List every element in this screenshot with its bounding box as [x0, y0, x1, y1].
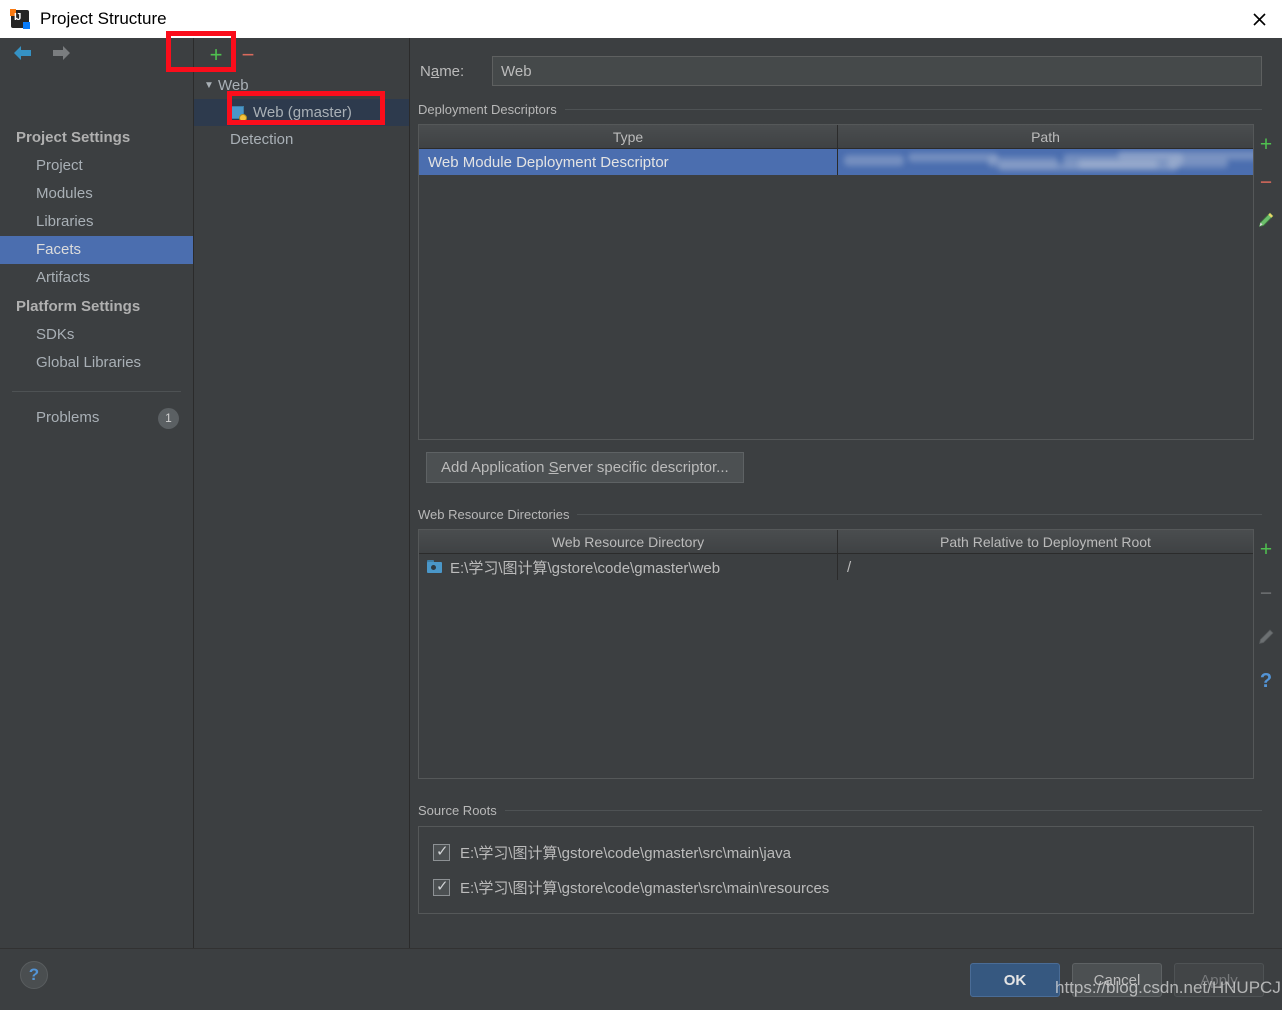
- deployment-descriptors-tools: + −: [1252, 132, 1280, 232]
- deployment-descriptors-title-text: Deployment Descriptors: [418, 102, 557, 117]
- tree-node-detection-label: Detection: [230, 131, 294, 148]
- plus-icon[interactable]: +: [202, 41, 230, 69]
- footer-buttons: OK Cancel Apply: [970, 963, 1264, 997]
- minus-icon: −: [241, 42, 255, 67]
- facets-tree-panel: + − ▼ Web Web (gmaster) Detection: [194, 38, 410, 948]
- column-header-web-resource-directory[interactable]: Web Resource Directory: [419, 530, 837, 553]
- deployment-descriptors-table: Type Path Web Module Deployment Descript…: [418, 124, 1254, 440]
- relative-path-cell: /: [837, 554, 1253, 580]
- problems-count-badge: 1: [158, 407, 179, 429]
- source-root-path: E:\学习\图计算\gstore\code\gmaster\src\main\j…: [460, 845, 791, 862]
- settings-sidebar: Project Settings Project Modules Librari…: [0, 38, 194, 948]
- ok-button[interactable]: OK: [970, 963, 1060, 997]
- sidebar-group-platform-settings: Platform Settings: [16, 298, 141, 315]
- web-resource-directory-cell: E:\学习\图计算\gstore\code\gmaster\web: [419, 554, 837, 580]
- list-item[interactable]: E:\学习\图计算\gstore\code\gmaster\src\main\j…: [419, 835, 1253, 870]
- source-roots-section-title: Source Roots: [410, 803, 1282, 818]
- source-roots-title-text: Source Roots: [418, 803, 497, 818]
- sidebar-item-problems[interactable]: Problems 1: [0, 404, 193, 432]
- logo-text: IJ: [14, 12, 21, 23]
- section-rule: [504, 810, 1262, 811]
- name-input[interactable]: [492, 56, 1262, 86]
- title-bar: IJ Project Structure: [0, 0, 1282, 38]
- minus-icon[interactable]: −: [1254, 170, 1278, 194]
- intellij-logo-icon: IJ: [10, 9, 30, 29]
- source-roots-list: E:\学习\图计算\gstore\code\gmaster\src\main\j…: [418, 826, 1254, 914]
- tree-node-web-group[interactable]: ▼ Web: [194, 72, 409, 99]
- close-icon[interactable]: [1236, 0, 1282, 38]
- sidebar-divider: [12, 391, 181, 392]
- checkbox-checked-icon[interactable]: [433, 877, 450, 896]
- redacted-path-blur: [838, 149, 1253, 175]
- facets-tree-toolbar: + −: [194, 38, 409, 72]
- name-field-label: Name:: [420, 62, 465, 80]
- column-header-path-relative[interactable]: Path Relative to Deployment Root: [837, 530, 1253, 553]
- sidebar-item-artifacts[interactable]: Artifacts: [0, 264, 193, 292]
- list-item[interactable]: E:\学习\图计算\gstore\code\gmaster\src\main\r…: [419, 870, 1253, 905]
- question-mark-icon[interactable]: ?: [20, 961, 48, 989]
- web-resource-directories-section-title: Web Resource Directories: [410, 507, 1282, 522]
- sidebar-item-sdks[interactable]: SDKs: [0, 321, 193, 349]
- arrow-forward-icon: [50, 42, 72, 64]
- navigation-bar: [0, 38, 193, 68]
- web-resource-directories-header: Web Resource Directory Path Relative to …: [419, 530, 1253, 554]
- minus-icon-disabled: −: [1259, 581, 1273, 605]
- checkbox-checked-icon[interactable]: [433, 842, 450, 861]
- table-row[interactable]: E:\学习\图计算\gstore\code\gmaster\web /: [419, 554, 1253, 580]
- section-rule: [564, 109, 1262, 110]
- column-header-path[interactable]: Path: [837, 125, 1253, 148]
- chevron-down-icon[interactable]: ▼: [200, 80, 218, 91]
- web-resource-directories-title-text: Web Resource Directories: [418, 507, 570, 522]
- help-icon[interactable]: ?: [1254, 669, 1278, 693]
- sidebar-item-global-libraries[interactable]: Global Libraries: [0, 349, 193, 377]
- sidebar-item-problems-label: Problems: [36, 409, 100, 426]
- web-resource-directories-empty-area: [419, 580, 1253, 776]
- project-structure-dialog: IJ Project Structure Project Settings Pr…: [0, 0, 1282, 1010]
- sidebar-item-project[interactable]: Project: [0, 152, 193, 180]
- folder-icon: [427, 560, 443, 574]
- edit-pencil-icon-disabled: [1254, 625, 1278, 649]
- deployment-descriptors-empty-area: [419, 175, 1253, 437]
- tree-node-web-group-label: Web: [218, 77, 249, 94]
- web-facet-icon: [230, 105, 247, 122]
- plus-icon[interactable]: +: [1254, 537, 1278, 561]
- dialog-content: Project Settings Project Modules Librari…: [0, 38, 1282, 948]
- tree-node-web-gmaster[interactable]: Web (gmaster): [194, 99, 409, 126]
- table-row[interactable]: Web Module Deployment Descriptor: [419, 149, 1253, 175]
- cancel-button[interactable]: Cancel: [1072, 963, 1162, 997]
- facet-details-panel: Name: Deployment Descriptors Type Path W…: [410, 38, 1282, 948]
- sidebar-item-libraries[interactable]: Libraries: [0, 208, 193, 236]
- web-resource-directories-table: Web Resource Directory Path Relative to …: [418, 529, 1254, 779]
- web-resource-directories-tools: + − ?: [1252, 537, 1280, 693]
- arrow-back-icon[interactable]: [12, 42, 34, 64]
- apply-button: Apply: [1174, 963, 1264, 997]
- deployment-descriptors-section-title: Deployment Descriptors: [410, 102, 1282, 117]
- descriptor-type-cell: Web Module Deployment Descriptor: [428, 153, 669, 171]
- window-title: Project Structure: [40, 9, 167, 28]
- tree-node-web-gmaster-label: Web (gmaster): [253, 104, 352, 121]
- sidebar-group-project-settings: Project Settings: [16, 129, 131, 146]
- add-app-server-descriptor-button[interactable]: Add Application Server specific descript…: [426, 452, 744, 483]
- sidebar-item-modules[interactable]: Modules: [0, 180, 193, 208]
- deployment-descriptors-header: Type Path: [419, 125, 1253, 149]
- name-field-row: Name:: [410, 38, 1282, 86]
- dialog-footer: ? OK Cancel Apply: [0, 948, 1282, 1010]
- descriptor-path-cell: [837, 149, 1253, 175]
- web-resource-directory-text: E:\学习\图计算\gstore\code\gmaster\web: [450, 559, 721, 577]
- source-root-path: E:\学习\图计算\gstore\code\gmaster\src\main\r…: [460, 880, 830, 897]
- sidebar-item-facets[interactable]: Facets: [0, 236, 193, 264]
- tree-node-detection[interactable]: Detection: [194, 126, 409, 153]
- plus-icon[interactable]: +: [1254, 132, 1278, 156]
- section-rule: [577, 514, 1262, 515]
- column-header-type[interactable]: Type: [419, 125, 837, 148]
- edit-pencil-icon[interactable]: [1254, 208, 1278, 232]
- sidebar-items: Project Settings Project Modules Librari…: [0, 68, 193, 432]
